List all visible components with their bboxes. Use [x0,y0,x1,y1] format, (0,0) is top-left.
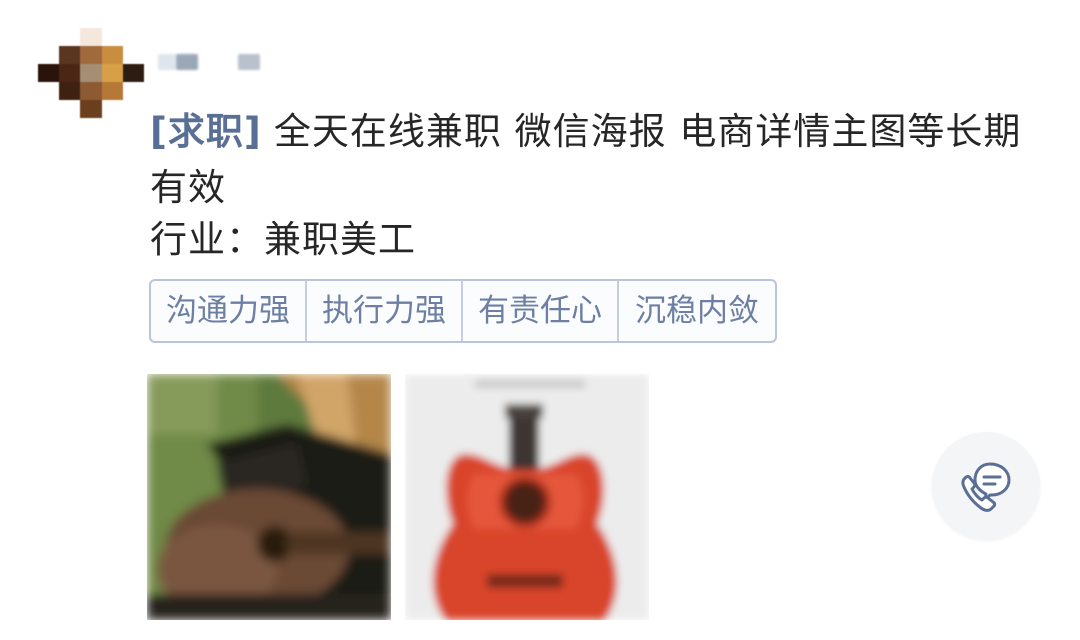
post-type-tag: [求职] [150,110,262,153]
guitar-photo-red-icon [405,374,649,620]
skill-tag: 有责任心 [463,281,619,341]
phone-chat-icon [961,462,1011,512]
post-photo-2[interactable] [405,374,649,620]
skill-tag: 执行力强 [307,281,463,341]
skill-tags: 沟通力强 执行力强 有责任心 沉稳内敛 [149,279,777,343]
post-photo-1[interactable] [147,374,391,620]
guitar-photo-brown-icon [147,374,391,620]
post-industry: 行业：兼职美工 [150,218,416,261]
skill-tag: 沟通力强 [151,281,307,341]
call-button[interactable] [932,432,1040,540]
skill-tag: 沉稳内敛 [635,293,759,329]
avatar[interactable] [38,28,144,118]
post-title-text: 全天在线兼职 微信海报 电商详情主图等长期有效 [150,110,1022,209]
username-obscured [158,50,268,76]
post-title: [求职] 全天在线兼职 微信海报 电商详情主图等长期有效 [150,104,1030,216]
